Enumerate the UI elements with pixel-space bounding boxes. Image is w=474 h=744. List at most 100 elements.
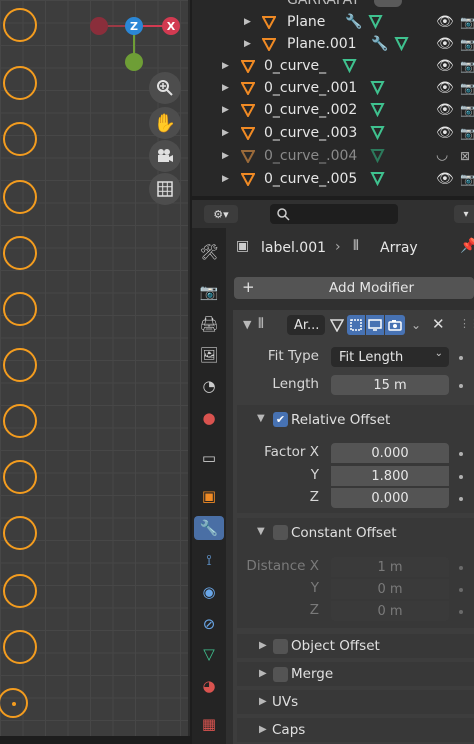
- expand-arrow-icon[interactable]: ▶: [222, 174, 229, 184]
- outliner-row[interactable]: ▶ 0_curve_.003 👁 📷: [192, 122, 474, 144]
- curve-object[interactable]: [3, 574, 37, 608]
- camera-icon[interactable]: [149, 140, 181, 172]
- outliner-row[interactable]: ▶ 0_curve_.005 👁 📷: [192, 168, 474, 190]
- camera-render-icon[interactable]: 📷: [460, 59, 474, 73]
- render-toggle[interactable]: [385, 315, 405, 335]
- eye-icon[interactable]: 👁: [436, 14, 454, 30]
- expand-arrow-icon[interactable]: ▶: [222, 83, 229, 93]
- animate-property-dot[interactable]: [459, 475, 463, 479]
- close-icon[interactable]: ✕: [432, 315, 445, 333]
- expand-arrow-icon[interactable]: ▶: [222, 128, 229, 138]
- animate-property-dot[interactable]: [459, 356, 463, 360]
- texture-icon[interactable]: ▦: [197, 712, 221, 736]
- gizmo-z-handle[interactable]: Z: [125, 17, 143, 35]
- scene-icon[interactable]: ◔: [197, 374, 221, 398]
- animate-property-dot[interactable]: [459, 497, 463, 501]
- options-dropdown[interactable]: ▾: [454, 205, 474, 223]
- length-field[interactable]: 15 m: [331, 375, 449, 395]
- curve-object[interactable]: [3, 236, 37, 270]
- gizmo-x-neg-handle[interactable]: [90, 17, 108, 35]
- grid-icon[interactable]: [149, 173, 181, 205]
- curve-object[interactable]: [3, 460, 37, 494]
- expand-arrow-icon[interactable]: ▶: [222, 61, 229, 71]
- curve-object[interactable]: [3, 404, 37, 438]
- viewport-display-toggle[interactable]: [366, 315, 384, 335]
- camera-render-icon[interactable]: 📷: [460, 172, 474, 186]
- camera-render-icon[interactable]: 📷: [460, 103, 474, 117]
- caps-subpanel[interactable]: ▶ Caps: [237, 718, 474, 742]
- expand-arrow-icon[interactable]: ▶: [244, 17, 251, 27]
- object-icon[interactable]: ▣: [197, 484, 221, 508]
- outliner-row[interactable]: ▶ 0_curve_.004 ◡ ⊠: [192, 145, 474, 167]
- object-offset-subpanel[interactable]: ▶ Object Offset: [237, 634, 474, 658]
- animate-property-dot[interactable]: [459, 384, 463, 388]
- mesh-data-icon[interactable]: [394, 36, 409, 51]
- outliner-row[interactable]: ▶ 0_curve_ 👁 📷: [192, 55, 474, 77]
- tool-icon[interactable]: 🛠: [197, 240, 221, 264]
- merge-subpanel[interactable]: ▶ Merge: [237, 662, 474, 686]
- collapse-chevron-icon[interactable]: ▼: [243, 318, 251, 331]
- modifier-name-field[interactable]: Ar...: [287, 315, 325, 335]
- outliner[interactable]: GARRAFAT ▶ Plane 🔧 👁 📷 ▶ Plane.001 🔧 👁 📷…: [192, 0, 474, 196]
- mesh-data-icon[interactable]: ▽: [197, 642, 221, 666]
- merge-checkbox[interactable]: [273, 667, 288, 682]
- camera-render-icon[interactable]: 📷: [460, 15, 474, 29]
- edit-mode-toggle[interactable]: [329, 315, 345, 335]
- eye-closed-icon[interactable]: ◡: [436, 147, 448, 163]
- outliner-row[interactable]: ▶ Plane 🔧 👁 📷: [192, 11, 474, 33]
- animate-property-dot[interactable]: [459, 452, 463, 456]
- eye-icon[interactable]: 👁: [436, 36, 454, 52]
- modifier-menu-chevron-icon[interactable]: ⌄: [411, 318, 421, 332]
- 3d-viewport[interactable]: Z X ✋: [0, 0, 190, 736]
- curve-object[interactable]: [3, 8, 37, 42]
- eye-icon[interactable]: 👁: [436, 171, 454, 187]
- collapse-chevron-icon[interactable]: ▼: [257, 526, 265, 537]
- eye-icon[interactable]: 👁: [436, 102, 454, 118]
- render-icon[interactable]: 📷: [197, 280, 221, 304]
- outliner-row[interactable]: ▶ Plane.001 🔧 👁 📷: [192, 33, 474, 55]
- output-icon[interactable]: 🖨: [197, 312, 221, 336]
- distance-x-field[interactable]: 1 m: [331, 557, 449, 577]
- curve-object[interactable]: [3, 516, 37, 550]
- mesh-data-icon[interactable]: [342, 58, 357, 73]
- outliner-row[interactable]: GARRAFAT: [192, 0, 474, 11]
- eye-icon[interactable]: 👁: [436, 80, 454, 96]
- mesh-data-icon[interactable]: [370, 80, 385, 95]
- animate-property-dot[interactable]: [459, 566, 463, 570]
- world-icon[interactable]: ●: [197, 406, 221, 430]
- wrench-icon[interactable]: 🔧: [371, 36, 388, 52]
- camera-disabled-icon[interactable]: ⊠: [460, 149, 470, 163]
- outliner-row[interactable]: ▶ 0_curve_.002 👁 📷: [192, 99, 474, 121]
- gizmo-y-neg-handle[interactable]: [125, 53, 143, 71]
- add-modifier-button[interactable]: + Add Modifier: [234, 277, 474, 299]
- factor-z-field[interactable]: 0.000: [331, 488, 449, 508]
- curve-object[interactable]: [3, 180, 37, 214]
- factor-y-field[interactable]: 1.800: [331, 466, 449, 486]
- constraints-icon[interactable]: ⊘: [197, 612, 221, 636]
- expand-arrow-icon[interactable]: ▶: [244, 39, 251, 49]
- particles-icon[interactable]: ⟟: [197, 548, 221, 572]
- modifier-wrench-icon[interactable]: 🔧: [194, 516, 224, 540]
- animate-property-dot[interactable]: [459, 588, 463, 592]
- expand-arrow-icon[interactable]: ▶: [222, 151, 229, 161]
- hand-pan-icon[interactable]: ✋: [149, 107, 181, 139]
- fit-type-dropdown[interactable]: Fit Length ⌄: [331, 347, 449, 367]
- camera-render-icon[interactable]: 📷: [460, 37, 474, 51]
- wrench-icon[interactable]: 🔧: [345, 14, 362, 30]
- animate-property-dot[interactable]: [459, 610, 463, 614]
- camera-render-icon[interactable]: 📷: [460, 81, 474, 95]
- collection-icon[interactable]: ▭: [197, 446, 221, 470]
- material-icon[interactable]: ◕: [197, 674, 221, 698]
- distance-z-field[interactable]: 0 m: [331, 601, 449, 621]
- pin-icon[interactable]: 📌: [460, 238, 474, 254]
- modifier-header[interactable]: ▼ ⫴ Ar... ⌄ ✕ ⋮⋮: [233, 310, 474, 340]
- uvs-subpanel[interactable]: ▶ UVs: [237, 690, 474, 714]
- expand-chevron-icon[interactable]: ▶: [259, 640, 267, 651]
- physics-icon[interactable]: ◉: [197, 580, 221, 604]
- eye-icon[interactable]: 👁: [436, 125, 454, 141]
- curve-object[interactable]: [3, 66, 37, 100]
- relative-offset-checkbox[interactable]: ✔: [273, 412, 288, 427]
- gizmo-x-handle[interactable]: X: [162, 17, 180, 35]
- drag-handle-icon[interactable]: ⋮⋮: [459, 317, 474, 330]
- on-cage-toggle[interactable]: [347, 315, 365, 335]
